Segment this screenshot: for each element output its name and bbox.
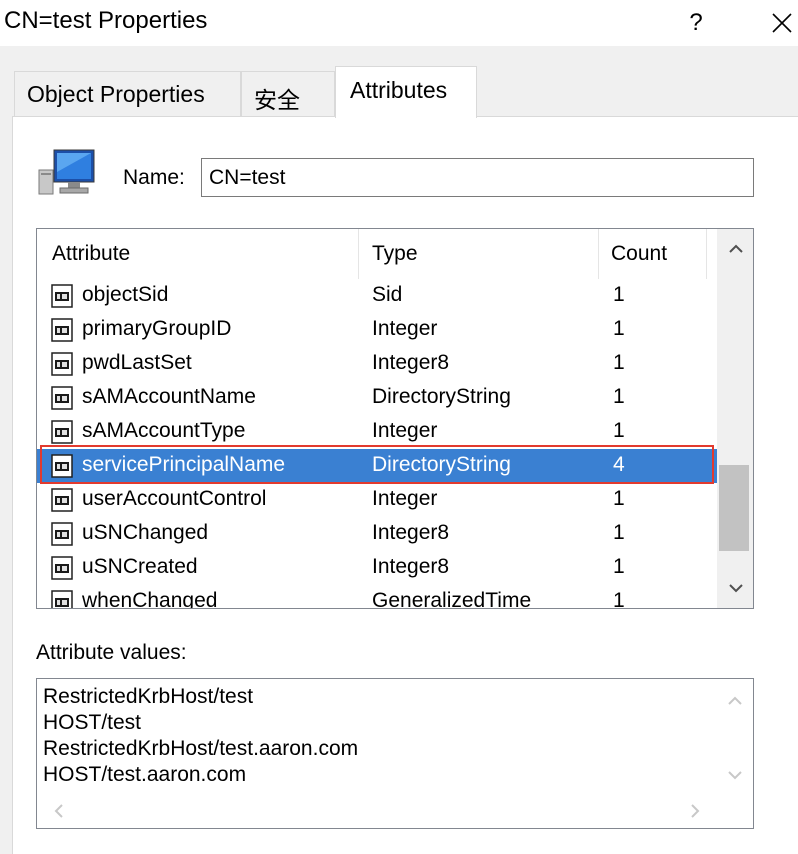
chevron-left-icon <box>54 804 63 818</box>
attribute-icon <box>51 420 73 444</box>
attribute-name-cell: whenChanged <box>82 589 218 609</box>
attribute-name-cell: objectSid <box>82 283 169 306</box>
table-row[interactable]: userAccountControl Integer 1 <box>37 483 717 517</box>
attribute-icon <box>51 522 73 546</box>
attribute-type-cell: Sid <box>372 283 403 306</box>
attribute-icon <box>51 318 73 342</box>
attribute-type-cell: Integer8 <box>372 555 450 578</box>
attribute-icon <box>51 556 73 580</box>
values-scroll-left-button[interactable] <box>41 794 77 828</box>
attribute-count-cell: 1 <box>613 589 625 609</box>
attribute-type-cell: DirectoryString <box>372 385 511 408</box>
attribute-icon <box>51 488 73 512</box>
table-row[interactable]: uSNChanged Integer8 1 <box>37 517 717 551</box>
window-title: CN=test Properties <box>4 7 208 34</box>
attribute-name-cell: userAccountControl <box>82 487 267 510</box>
help-button[interactable]: ? <box>672 0 720 46</box>
column-header-type[interactable]: Type <box>372 229 418 279</box>
attribute-count-cell: 1 <box>613 555 625 578</box>
tab-object-properties[interactable]: Object Properties <box>14 71 241 116</box>
attribute-icon <box>51 386 73 410</box>
attribute-count-cell: 1 <box>613 419 625 442</box>
attributes-list[interactable]: Attribute Type Count objectSid Sid 1 primar… <box>36 228 754 609</box>
attribute-name-cell: sAMAccountType <box>82 419 246 442</box>
values-vertical-scrollbar[interactable] <box>716 679 753 795</box>
list-header: Attribute Type Count <box>37 229 717 279</box>
values-horizontal-scrollbar[interactable] <box>37 794 753 828</box>
table-row[interactable]: primaryGroupID Integer 1 <box>37 313 717 347</box>
attribute-count-cell: 1 <box>613 317 625 340</box>
values-scroll-up-button[interactable] <box>716 683 753 719</box>
attribute-name-cell: pwdLastSet <box>82 351 192 374</box>
title-bar: CN=test Properties ? <box>0 0 798 46</box>
column-separator[interactable] <box>706 229 707 279</box>
column-header-count[interactable]: Count <box>611 229 667 279</box>
attribute-icon <box>51 284 73 308</box>
values-scroll-down-button[interactable] <box>716 757 753 793</box>
list-vertical-scrollbar[interactable] <box>717 229 753 608</box>
attribute-values-box[interactable]: RestrictedKrbHost/test HOST/test Restric… <box>36 678 754 829</box>
column-separator[interactable] <box>598 229 599 279</box>
attribute-type-cell: Integer8 <box>372 521 450 544</box>
chevron-up-icon <box>727 696 742 705</box>
attribute-name-cell: uSNCreated <box>82 555 198 578</box>
table-row[interactable]: pwdLastSet Integer8 1 <box>37 347 717 381</box>
attribute-type-cell: Integer <box>372 487 438 510</box>
attribute-value: RestrictedKrbHost/test.aaron.com <box>43 737 359 760</box>
attribute-type-cell: Integer <box>372 317 438 340</box>
attribute-value: HOST/test <box>43 711 142 734</box>
attribute-count-cell: 1 <box>613 283 625 306</box>
computer-icon <box>38 149 95 195</box>
attribute-value: RestrictedKrbHost/test <box>43 685 254 708</box>
attribute-count-cell: 1 <box>613 521 625 544</box>
values-scroll-right-button[interactable] <box>677 794 713 828</box>
column-separator[interactable] <box>358 229 359 279</box>
attribute-type-cell: Integer8 <box>372 351 450 374</box>
chevron-right-icon <box>691 804 700 818</box>
tab-attributes[interactable]: Attributes <box>335 66 477 118</box>
attribute-type-cell: GeneralizedTime <box>372 589 532 609</box>
column-header-attribute[interactable]: Attribute <box>52 229 130 279</box>
close-icon <box>771 13 792 33</box>
attribute-value: HOST/test.aaron.com <box>43 763 247 786</box>
chevron-down-icon <box>727 771 742 780</box>
attribute-icon <box>51 590 73 608</box>
attribute-name-cell: uSNChanged <box>82 521 209 544</box>
scroll-down-button[interactable] <box>717 568 753 608</box>
attribute-count-cell: 1 <box>613 487 625 510</box>
table-row[interactable]: sAMAccountType Integer 1 <box>37 415 717 449</box>
selection-highlight-outline <box>40 445 714 484</box>
name-field[interactable]: CN=test <box>201 158 754 197</box>
scroll-up-button[interactable] <box>717 229 753 269</box>
table-row[interactable]: uSNCreated Integer8 1 <box>37 551 717 585</box>
attribute-type-cell: Integer <box>372 419 438 442</box>
name-label: Name: <box>123 166 185 189</box>
chevron-down-icon <box>728 584 743 593</box>
attribute-name-cell: primaryGroupID <box>82 317 232 340</box>
table-row[interactable]: whenChanged GeneralizedTime 1 <box>37 585 717 609</box>
attribute-name-cell: sAMAccountName <box>82 385 256 408</box>
chevron-up-icon <box>728 244 743 253</box>
table-row[interactable]: sAMAccountName DirectoryString 1 <box>37 381 717 415</box>
tab-security[interactable]: 安全 <box>241 71 335 116</box>
table-row[interactable]: objectSid Sid 1 <box>37 279 717 313</box>
close-button[interactable] <box>765 0 798 46</box>
attribute-count-cell: 1 <box>613 385 625 408</box>
attribute-count-cell: 1 <box>613 351 625 374</box>
scroll-thumb[interactable] <box>719 465 749 551</box>
attribute-values-label: Attribute values: <box>36 641 187 664</box>
attribute-icon <box>51 352 73 376</box>
